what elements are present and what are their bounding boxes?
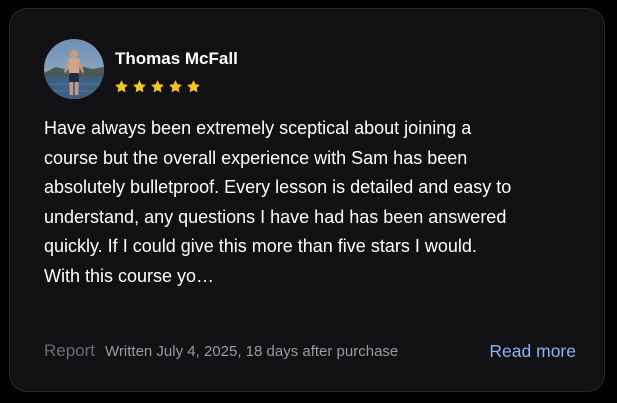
review-card: Thomas McFall Have always been extremely… xyxy=(9,8,605,392)
avatar[interactable] xyxy=(44,39,104,99)
star-icon xyxy=(186,79,201,94)
review-text-line: With this course yo… xyxy=(44,265,215,286)
star-icon xyxy=(168,79,183,94)
read-more-link[interactable]: Read more xyxy=(489,341,576,362)
star-icon xyxy=(150,79,165,94)
review-text-line: quickly. If I could give this more than … xyxy=(44,236,477,256)
star-rating xyxy=(114,79,201,94)
report-link[interactable]: Report xyxy=(44,341,95,361)
review-text-line: Have always been extremely sceptical abo… xyxy=(44,118,472,138)
star-icon xyxy=(132,79,147,94)
review-text-line: course but the overall experience with S… xyxy=(44,147,468,168)
review-footer: Report Written July 4, 2025, 18 days aft… xyxy=(44,339,576,363)
reviewer-name[interactable]: Thomas McFall xyxy=(115,49,238,69)
user-photo-icon xyxy=(44,39,104,99)
star-icon xyxy=(114,79,129,94)
review-text: Have always been extremely sceptical abo… xyxy=(44,114,574,291)
review-text-line: understand, any questions I have had has… xyxy=(44,206,507,227)
written-date: Written July 4, 2025, 18 days after purc… xyxy=(105,342,399,360)
review-text-line: absolutely bulletproof. Every lesson is … xyxy=(44,177,512,197)
